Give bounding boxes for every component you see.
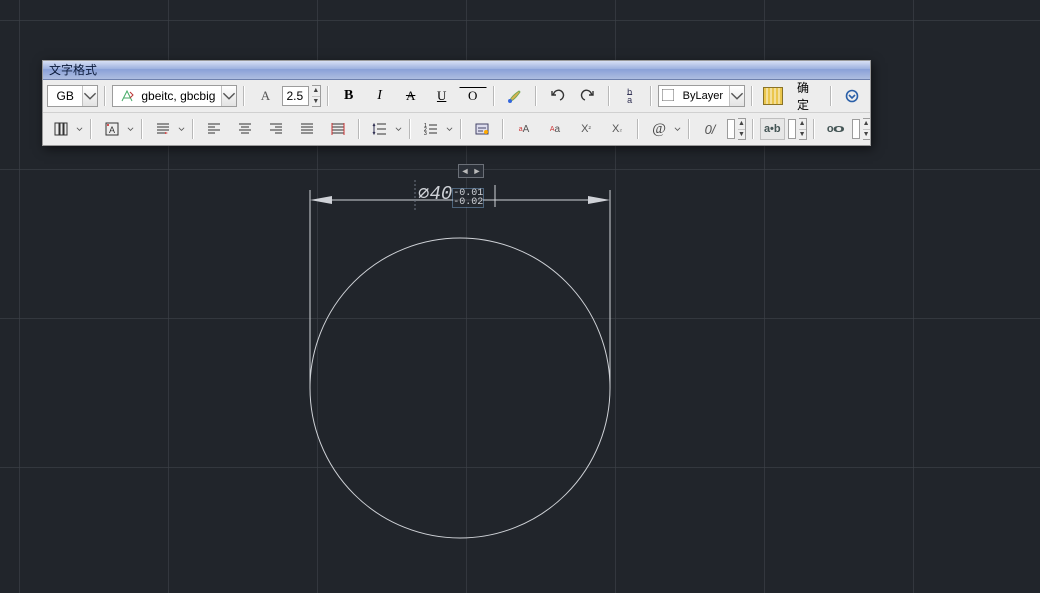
ruler-right-icon: ► xyxy=(471,165,483,177)
chevron-down-icon[interactable] xyxy=(75,120,84,138)
diameter-symbol: ∅ xyxy=(418,183,429,205)
separator xyxy=(493,86,495,106)
text-editor-ruler-handle[interactable]: ◄ ► xyxy=(458,164,484,178)
align-right-button[interactable] xyxy=(262,118,290,140)
strikethrough-button[interactable]: A xyxy=(397,85,425,107)
text-style-combo[interactable]: GB xyxy=(47,85,98,107)
separator xyxy=(688,119,690,139)
ruler-icon xyxy=(763,87,783,105)
align-center-button[interactable] xyxy=(231,118,259,140)
line-spacing-button[interactable] xyxy=(366,118,394,140)
align-justify-button[interactable] xyxy=(293,118,321,140)
text-height-input[interactable] xyxy=(282,86,309,106)
separator xyxy=(535,86,537,106)
oblique-spinner[interactable]: ▲▼ xyxy=(738,118,746,140)
width-spinner[interactable]: ▲▼ xyxy=(863,118,871,140)
font-combo[interactable]: gbeitc, gbcbig xyxy=(112,85,237,107)
annotative-icon xyxy=(113,88,135,104)
separator xyxy=(358,119,360,139)
tracking-spinner[interactable]: ▲▼ xyxy=(799,118,807,140)
text-height-value[interactable] xyxy=(283,89,308,103)
tolerance-stack[interactable]: -0.01 -0.02 xyxy=(453,189,483,207)
options-button[interactable] xyxy=(838,85,866,107)
insert-field-button[interactable] xyxy=(468,118,496,140)
italic-button[interactable]: I xyxy=(366,85,394,107)
width-factor-icon: oo xyxy=(821,118,849,140)
separator xyxy=(752,119,754,139)
columns-button[interactable] xyxy=(47,118,75,140)
text-height-spinner[interactable]: ▲▼ xyxy=(312,85,321,107)
chevron-down-icon[interactable] xyxy=(394,120,403,138)
oblique-angle-icon: 0/ xyxy=(696,118,724,140)
lowercase-button[interactable]: Aa xyxy=(541,118,569,140)
ruler-button[interactable] xyxy=(759,85,787,107)
numbering-button[interactable]: 123 xyxy=(417,118,445,140)
bylayer-swatch-icon xyxy=(659,89,677,104)
dimension-text[interactable]: ∅40 -0.01 -0.02 xyxy=(418,182,483,207)
oblique-angle-value[interactable] xyxy=(728,122,734,136)
separator xyxy=(460,119,462,139)
separator xyxy=(327,86,329,106)
font-name-value: gbeitc, gbcbig xyxy=(135,89,221,103)
tolerance-lower: -0.02 xyxy=(453,198,483,207)
text-format-toolbar[interactable]: 文字格式 GB gbeitc, gbcbig A ▲▼ B I A U O xyxy=(42,60,871,146)
separator xyxy=(192,119,194,139)
tracking-icon: a•b xyxy=(760,118,785,140)
color-value: ByLayer xyxy=(677,90,729,102)
chevron-down-icon xyxy=(221,86,236,106)
separator xyxy=(409,119,411,139)
stack-fraction-button[interactable]: ba xyxy=(616,85,644,107)
separator xyxy=(637,119,639,139)
svg-text:3: 3 xyxy=(424,131,427,137)
svg-text:A: A xyxy=(109,125,115,135)
chevron-down-icon[interactable] xyxy=(445,120,454,138)
subscript-button[interactable]: X₂ xyxy=(603,118,631,140)
paragraph-button[interactable] xyxy=(149,118,177,140)
text-height-icon: A xyxy=(251,85,279,107)
width-factor-value[interactable] xyxy=(853,122,859,136)
separator xyxy=(502,119,504,139)
undo-button[interactable] xyxy=(543,85,571,107)
diameter-value: 40 xyxy=(429,183,452,205)
chevron-down-icon xyxy=(729,86,744,106)
underline-button[interactable]: U xyxy=(428,85,456,107)
bold-button[interactable]: B xyxy=(335,85,363,107)
color-picker-button[interactable] xyxy=(501,85,529,107)
color-combo[interactable]: ByLayer xyxy=(658,85,745,107)
separator xyxy=(608,86,610,106)
text-style-value: GB xyxy=(48,89,82,103)
ok-button[interactable]: 确定 xyxy=(790,85,824,107)
redo-button[interactable] xyxy=(574,85,602,107)
toolbar-title[interactable]: 文字格式 xyxy=(43,61,870,80)
separator xyxy=(90,119,92,139)
ruler-left-icon: ◄ xyxy=(459,165,471,177)
separator xyxy=(141,119,143,139)
chevron-down-icon[interactable] xyxy=(126,120,135,138)
toolbar-row-2: A 123 aA Aa X² X₂ xyxy=(43,112,870,145)
overline-button[interactable]: O xyxy=(459,87,487,105)
tracking-input[interactable] xyxy=(788,119,796,139)
separator xyxy=(813,119,815,139)
separator xyxy=(243,86,245,106)
chevron-down-icon xyxy=(82,86,97,106)
oblique-angle-input[interactable] xyxy=(727,119,735,139)
align-distribute-button[interactable] xyxy=(324,118,352,140)
separator xyxy=(104,86,106,106)
separator xyxy=(751,86,753,106)
width-factor-input[interactable] xyxy=(852,119,860,139)
tracking-value[interactable] xyxy=(789,122,795,136)
uppercase-button[interactable]: aA xyxy=(510,118,538,140)
symbol-button[interactable]: @ xyxy=(645,118,673,140)
chevron-down-icon[interactable] xyxy=(177,120,186,138)
separator xyxy=(650,86,652,106)
toolbar-row-1: GB gbeitc, gbcbig A ▲▼ B I A U O xyxy=(43,80,870,112)
align-left-button[interactable] xyxy=(200,118,228,140)
chevron-down-icon[interactable] xyxy=(673,120,682,138)
separator xyxy=(830,86,832,106)
superscript-button[interactable]: X² xyxy=(572,118,600,140)
mtext-justify-button[interactable]: A xyxy=(98,118,126,140)
